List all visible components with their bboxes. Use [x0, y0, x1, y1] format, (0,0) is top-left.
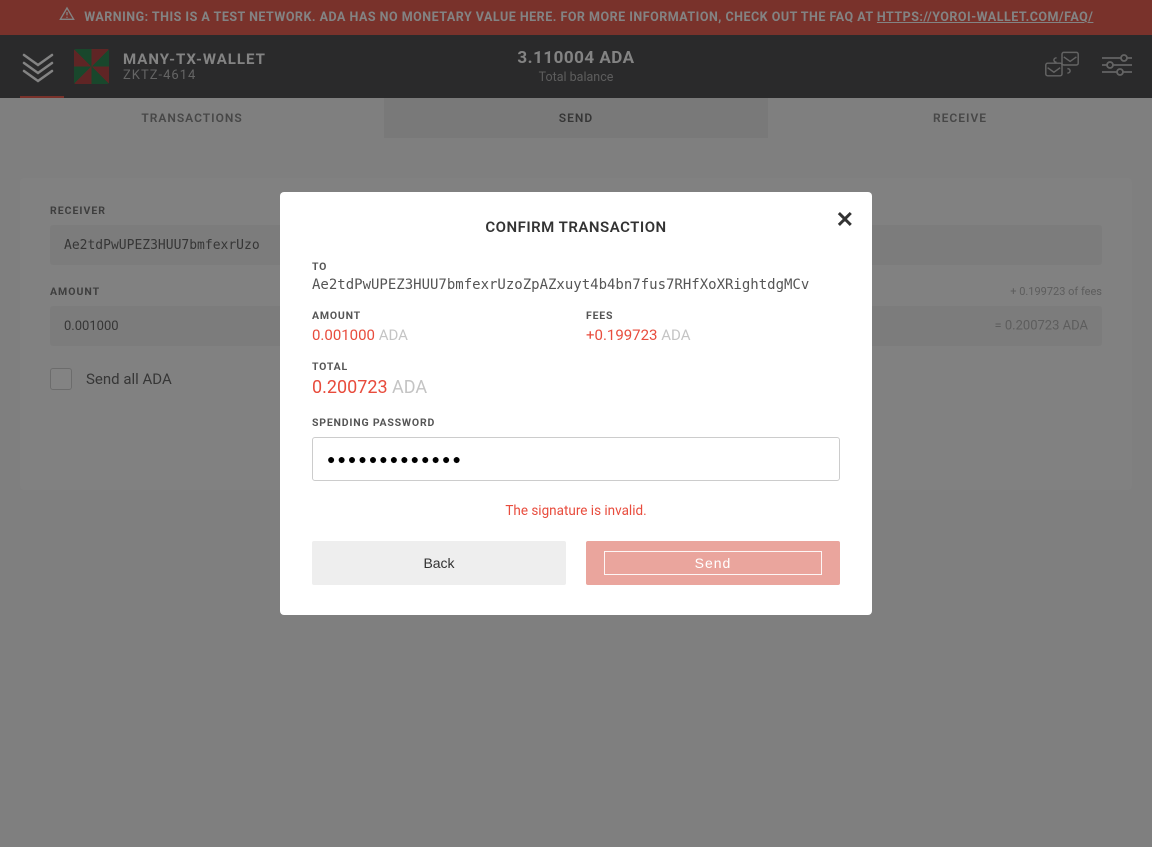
confirm-transaction-modal: CONFIRM TRANSACTION ✕ TO Ae2tdPwUPEZ3HUU…	[280, 192, 872, 615]
close-icon[interactable]: ✕	[836, 210, 854, 232]
amount-label-modal: AMOUNT	[312, 309, 566, 322]
to-label: TO	[312, 260, 840, 273]
error-message: The signature is invalid.	[312, 503, 840, 519]
modal-overlay: CONFIRM TRANSACTION ✕ TO Ae2tdPwUPEZ3HUU…	[0, 0, 1152, 847]
modal-title: CONFIRM TRANSACTION	[312, 218, 840, 236]
back-button[interactable]: Back	[312, 541, 566, 585]
total-label-modal: TOTAL	[312, 360, 840, 373]
spending-password-input[interactable]	[312, 437, 840, 481]
amount-value-modal: 0.001000 ADA	[312, 326, 566, 344]
fees-value-modal: +0.199723 ADA	[586, 326, 840, 344]
send-button[interactable]: Send	[586, 541, 840, 585]
to-address: Ae2tdPwUPEZ3HUU7bmfexrUzoZpAZxuyt4b4bn7f…	[312, 277, 840, 293]
fees-label-modal: FEES	[586, 309, 840, 322]
total-value-modal: 0.200723 ADA	[312, 377, 840, 398]
password-label: SPENDING PASSWORD	[312, 416, 840, 429]
